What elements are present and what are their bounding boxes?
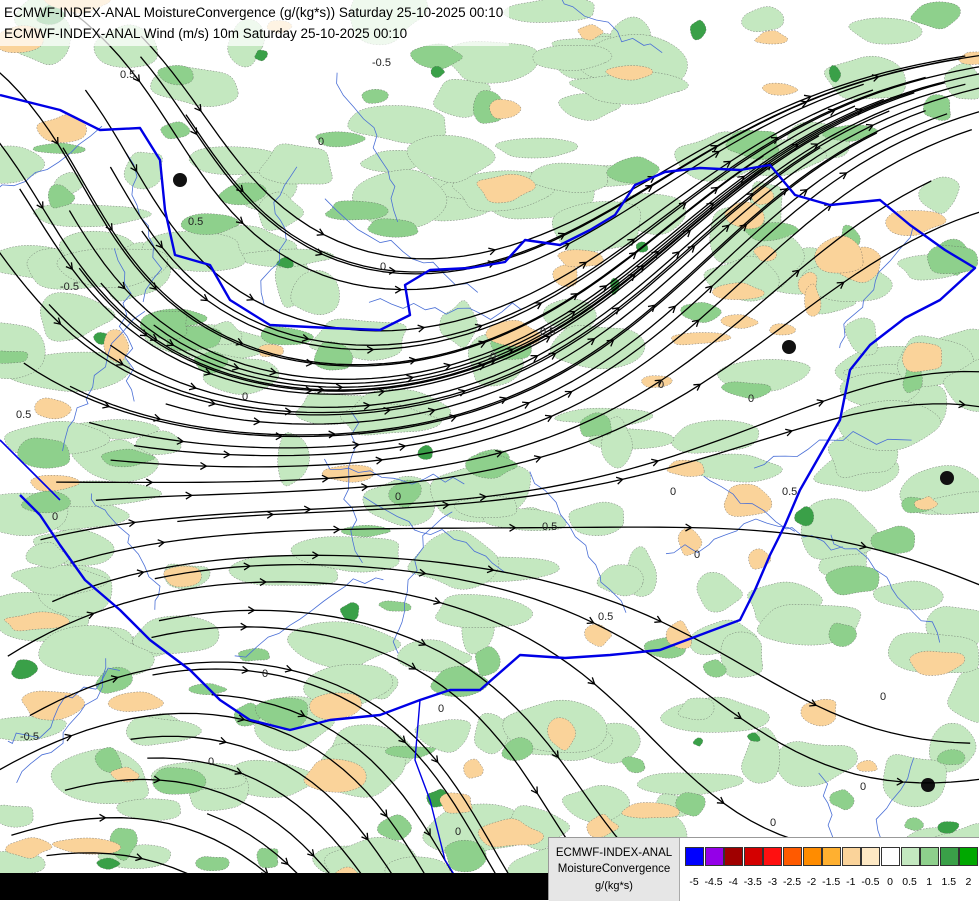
contour-label: 0.5	[120, 69, 135, 81]
legend-tick-label: -5	[689, 876, 698, 889]
legend-swatch	[783, 847, 802, 866]
legend-tick-label: -3	[768, 876, 777, 889]
legend-tick-label: -2	[807, 876, 816, 889]
contour-label: 0	[670, 486, 676, 498]
contour-label: 0	[455, 826, 461, 838]
legend-swatch	[803, 847, 822, 866]
legend-tick-label: -1.5	[822, 876, 840, 889]
strong-convergence-area	[196, 856, 230, 870]
strong-convergence-area	[153, 768, 206, 795]
strong-convergence-area	[927, 246, 977, 274]
convergence-core	[940, 471, 954, 485]
contour-label: 0.5	[188, 216, 203, 228]
legend-name-box: ECMWF-INDEX-ANAL MoistureConvergence g/(…	[549, 838, 680, 901]
contour-label: 0.5	[542, 521, 557, 533]
legend-tick-labels: -5 -4.5 -4 -3.5 -3 -2.5 -2 -1.5 -1 -0.5 0 0.5 1 1.5 2	[685, 876, 979, 890]
contour-label: 0	[318, 136, 324, 148]
legend-swatch	[822, 847, 841, 866]
legend-swatch	[920, 847, 939, 866]
legend-model: ECMWF-INDEX-ANAL	[549, 846, 679, 860]
strong-convergence-area	[257, 848, 278, 868]
color-legend: ECMWF-INDEX-ANAL MoistureConvergence g/(…	[548, 837, 979, 900]
contour-label: 0	[694, 549, 700, 561]
convergence-area	[721, 632, 763, 678]
legend-tick-label: 2	[965, 876, 971, 889]
divergence-area	[902, 343, 942, 372]
contour-label: 0	[380, 261, 386, 273]
legend-swatch	[705, 847, 724, 866]
bottom-black-strip	[0, 873, 551, 900]
convergence-area	[0, 805, 33, 827]
contour-label: 0	[860, 781, 866, 793]
contour-label: -0.5	[20, 731, 39, 743]
contour-label: 0	[242, 391, 248, 403]
contour-label: -0.5	[372, 57, 391, 69]
legend-swatch	[842, 847, 861, 866]
legend-tick-label: -1	[846, 876, 855, 889]
legend-swatch	[940, 847, 959, 866]
strong-convergence-area	[0, 351, 28, 364]
legend-swatch	[959, 847, 978, 866]
convergence-core	[173, 173, 187, 187]
contour-label: 0	[748, 393, 754, 405]
legend-swatch	[861, 847, 880, 866]
legend-tick-label: 0	[887, 876, 893, 889]
strong-convergence-area	[18, 438, 70, 468]
legend-tick-label: -4	[729, 876, 738, 889]
contour-label: 0.5	[16, 409, 31, 421]
legend-unit: g/(kg*s)	[549, 879, 679, 893]
contour-label: 0	[490, 351, 496, 363]
contour-label: 0	[262, 668, 268, 680]
legend-parameter: MoistureConvergence	[549, 862, 679, 876]
moisture-title: ECMWF-INDEX-ANAL MoistureConvergence (g/…	[4, 2, 503, 23]
contour-label: 0	[770, 817, 776, 829]
contour-label: 0	[52, 511, 58, 523]
contour-label: 0	[438, 703, 444, 715]
contour-label: 0.5	[540, 326, 555, 338]
contour-label: 0	[395, 491, 401, 503]
legend-swatch	[744, 847, 763, 866]
contour-label: -0.5	[60, 281, 79, 293]
contour-label: 0	[208, 756, 214, 768]
legend-swatch	[724, 847, 743, 866]
legend-tick-label: -3.5	[744, 876, 762, 889]
convergence-core	[921, 778, 935, 792]
wind-title: ECMWF-INDEX-ANAL Wind (m/s) 10m Saturday…	[4, 23, 503, 44]
legend-tick-label: 1.5	[941, 876, 956, 889]
legend-swatch	[685, 847, 704, 866]
map-canvas: 0.5 -0.5 0 0.5 0 -0.5 0.5 0 0 0.5 0 0 0.5 0 0 0.5 0 0 -0.5…	[0, 0, 979, 900]
legend-tick-label: 0.5	[902, 876, 917, 889]
legend-swatch	[901, 847, 920, 866]
legend-swatch	[881, 847, 900, 866]
legend-swatch	[763, 847, 782, 866]
strong-convergence-area	[826, 566, 880, 595]
legend-tick-label: -4.5	[705, 876, 723, 889]
contour-label: 0.5	[598, 611, 613, 623]
contour-label: 0.5	[782, 486, 797, 498]
convergence-core	[782, 340, 796, 354]
legend-tick-label: 1	[926, 876, 932, 889]
contour-label: 0	[880, 691, 886, 703]
contour-label: 0	[658, 379, 664, 391]
legend-tick-label: -0.5	[861, 876, 879, 889]
legend-tick-label: -2.5	[783, 876, 801, 889]
map-title-block: ECMWF-INDEX-ANAL MoistureConvergence (g/…	[0, 0, 509, 46]
